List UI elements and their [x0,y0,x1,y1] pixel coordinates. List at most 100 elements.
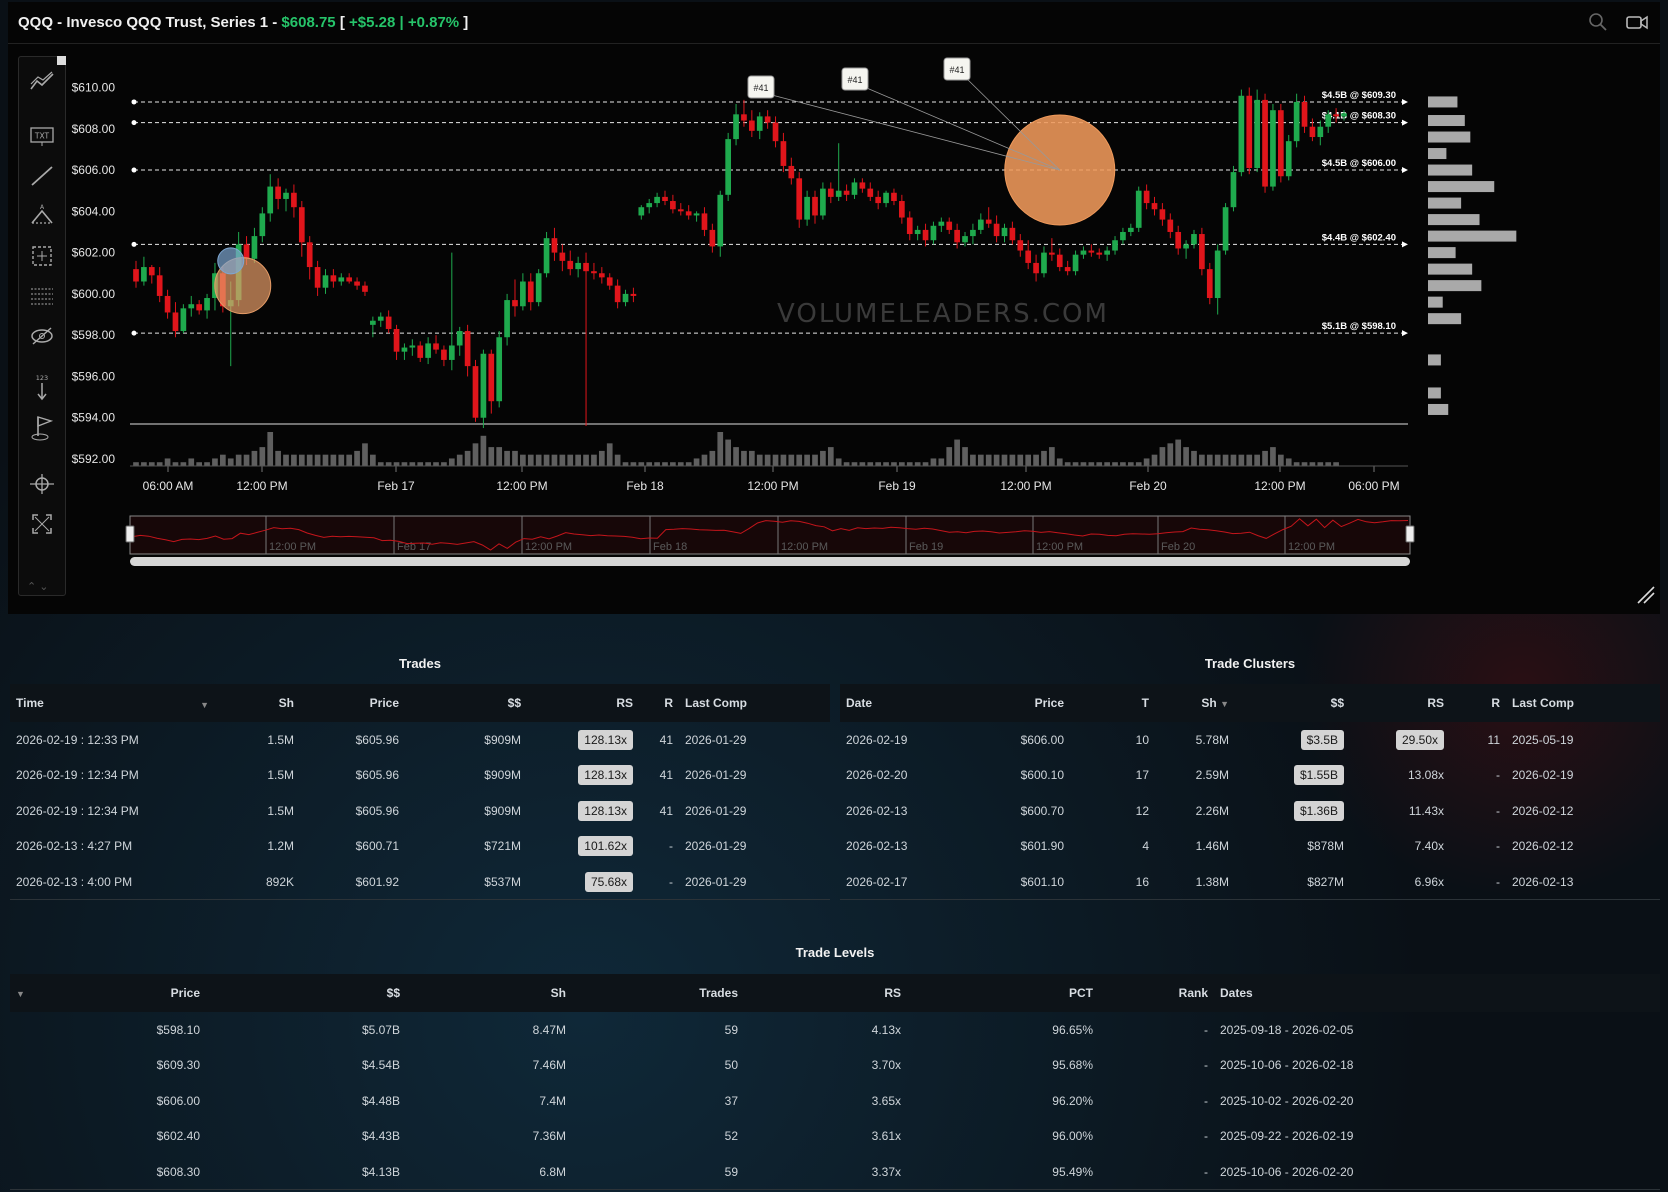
trade-time-link[interactable]: 2026-02-13 : 4:00 PM [10,864,215,900]
table-row[interactable]: $606.00 $4.48B 7.4M 37 3.65x 96.20% -2025-10-0… [10,1083,1660,1119]
col-dates[interactable]: Dates [1214,974,1660,1012]
trade-last-comp-link[interactable]: 2026-01-29 [679,864,830,900]
volume-profile-bar [1428,296,1443,308]
level-dates-link[interactable]: 2025-10-02 - 2026-02-20 [1214,1083,1660,1119]
volume-bar [527,454,534,466]
y-tick-label: $610.00 [72,81,116,95]
table-row[interactable]: 2026-02-13 $600.70 12 2.26M $1.36B 11.43x -202… [840,793,1660,829]
candle-body [267,186,274,214]
volume-bar [1285,458,1292,466]
cluster-dollars-pill: $1.36B [1293,800,1344,821]
trade-time-link[interactable]: 2026-02-13 : 4:27 PM [10,829,215,865]
col-dollars[interactable]: $$ [405,684,527,722]
col-time[interactable]: Time ▼ [10,684,215,722]
col-price[interactable]: Price [70,974,206,1012]
cluster-last-comp-link[interactable]: 2026-02-13 [1506,864,1660,900]
table-row[interactable]: 2026-02-19 : 12:34 PM 1.5M $605.96 $909M 128… [10,758,830,794]
candle-body [441,349,447,360]
col-rs[interactable]: RS [744,974,907,1012]
x-tick-label: Feb 19 [878,479,916,493]
trade-rs: 128.13x [527,722,639,758]
table-row[interactable]: 2026-02-13 $601.90 4 1.46M $878M 7.40x -2026-0… [840,829,1660,865]
level-dates-link[interactable]: 2025-10-06 - 2026-02-18 [1214,1048,1660,1084]
cluster-last-comp-link[interactable]: 2026-02-12 [1506,793,1660,829]
col-sort[interactable]: ▼ [10,974,70,1012]
table-row[interactable]: 2026-02-17 $601.10 16 1.38M $827M 6.96x -2026-… [840,864,1660,900]
col-trades[interactable]: Trades [572,974,744,1012]
col-rs[interactable]: RS [1350,684,1450,722]
col-price[interactable]: Price [300,684,405,722]
col-last-comp[interactable]: Last Comp [1506,684,1660,722]
col-price[interactable]: Price [960,684,1070,722]
candle-body [891,192,897,202]
trade-last-comp-link[interactable]: 2026-01-29 [679,758,830,794]
volume-bar [504,450,510,466]
cluster-last-comp-link[interactable]: 2026-02-19 [1506,758,1660,794]
navigator[interactable]: 12:00 PM Feb 17 12:00 PM Feb 18 12:00 PM Feb … [125,515,1415,566]
resize-handle-icon[interactable] [1634,583,1656,610]
sort-desc-icon[interactable]: ▼ [200,700,209,710]
col-dollars[interactable]: $$ [206,974,406,1012]
cluster-dollars: $827M [1307,874,1344,889]
trade-price: $600.71 [355,839,399,854]
col-sh[interactable]: Sh ▼ [1155,684,1235,722]
col-pct[interactable]: PCT [907,974,1099,1012]
col-date[interactable]: Date [840,684,960,722]
volume-bar [638,462,645,466]
trade-last-comp-link[interactable]: 2026-01-29 [679,793,830,829]
table-row[interactable]: $609.30 $4.54B 7.46M 50 3.70x 95.68% -2025-10-… [10,1048,1660,1084]
candle-body [1096,252,1103,255]
cluster-date-link[interactable]: 2026-02-13 [840,793,960,829]
col-sh[interactable]: Sh [215,684,300,722]
sort-desc-icon[interactable]: ▼ [1220,699,1229,709]
trade-rank: - [669,839,673,854]
table-row[interactable]: 2026-02-19 : 12:34 PM 1.5M $605.96 $909M 128… [10,793,830,829]
candle-body [1301,101,1308,127]
col-sh[interactable]: Sh [406,974,572,1012]
trade-time-link[interactable]: 2026-02-19 : 12:34 PM [10,758,215,794]
trade-time-link[interactable]: 2026-02-19 : 12:34 PM [10,793,215,829]
table-row[interactable]: $602.40 $4.43B 7.36M 52 3.61x 96.00% -2025-09-… [10,1119,1660,1155]
volume-bar [322,454,329,466]
y-tick-label: $606.00 [72,163,116,177]
price-chart[interactable]: $610.00 $608.00 $606.00 $604.00 $602.00 $600.… [8,2,1660,614]
col-r[interactable]: R [639,684,679,722]
candle-body [1214,250,1221,299]
table-row[interactable]: 2026-02-19 : 12:33 PM 1.5M $605.96 $909M 128… [10,722,830,758]
table-row[interactable]: $608.30 $4.13B 6.8M 59 3.37x 95.49% -2025-10-0… [10,1154,1660,1190]
cluster-last-comp-link[interactable]: 2026-02-12 [1506,829,1660,865]
cluster-date-link[interactable]: 2026-02-19 [840,722,960,758]
table-row[interactable]: 2026-02-13 : 4:27 PM 1.2M $600.71 $721M 101.… [10,829,830,865]
col-t[interactable]: T [1070,684,1155,722]
table-row[interactable]: 2026-02-20 $600.10 17 2.59M $1.55B 13.08x -202… [840,758,1660,794]
candle-body [196,304,203,311]
trades-body: 2026-02-19 : 12:33 PM 1.5M $605.96 $909M 128… [10,722,830,900]
level-marker-right [1402,167,1408,174]
x-tick-label: 12:00 PM [236,479,287,493]
level-dates-link[interactable]: 2025-09-18 - 2026-02-05 [1214,1012,1660,1048]
volume-bar [1064,462,1071,466]
table-row[interactable]: 2026-02-13 : 4:00 PM 892K $601.92 $537M 75.6… [10,864,830,900]
col-r[interactable]: R [1450,684,1506,722]
col-dollars[interactable]: $$ [1235,684,1350,722]
table-row[interactable]: $598.10 $5.07B 8.47M 59 4.13x 96.65% -2025-09-… [10,1012,1660,1048]
sort-desc-icon[interactable]: ▼ [16,989,25,999]
col-rank[interactable]: Rank [1099,974,1214,1012]
table-row[interactable]: 2026-02-19 $606.00 10 5.78M $3.5B 29.50x 11 202… [840,722,1660,758]
y-tick-label: $592.00 [72,452,116,466]
candle-body [575,262,581,270]
cluster-date-link[interactable]: 2026-02-20 [840,758,960,794]
trade-last-comp-link[interactable]: 2026-01-29 [679,722,830,758]
cluster-date-link[interactable]: 2026-02-13 [840,829,960,865]
col-rs[interactable]: RS [527,684,639,722]
cluster-date-link[interactable]: 2026-02-17 [840,864,960,900]
level-dates-link[interactable]: 2025-10-06 - 2026-02-20 [1214,1154,1660,1190]
level-dates-link[interactable]: 2025-09-22 - 2026-02-19 [1214,1119,1660,1155]
cluster-last-comp-link[interactable]: 2025-05-19 [1506,722,1660,758]
candle-body [1341,113,1347,117]
trade-last-comp-link[interactable]: 2026-01-29 [679,829,830,865]
volume-bar [693,458,700,466]
trade-time-link[interactable]: 2026-02-19 : 12:33 PM [10,722,215,758]
trade-rank: 41 [659,768,673,783]
col-last-comp[interactable]: Last Comp [679,684,830,722]
